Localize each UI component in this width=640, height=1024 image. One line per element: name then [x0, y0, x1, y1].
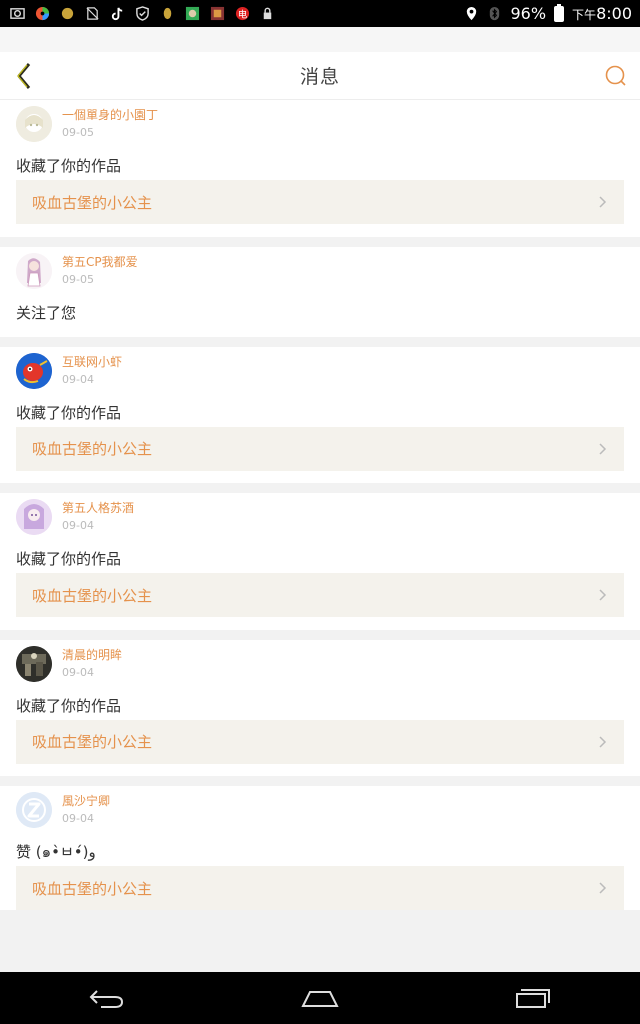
shield-icon [136, 6, 149, 21]
battery-percent: 96% [510, 4, 547, 23]
photo-icon [10, 8, 25, 19]
message-card: 風沙宁卿 09-04 赞 (๑•̀ㅂ•́)و 吸血古堡的小公主 [0, 786, 640, 910]
time-ampm: 下午 [572, 8, 597, 22]
work-title: 吸血古堡的小公主 [32, 440, 153, 458]
message-header: 互联网小虾 09-04 [16, 347, 624, 395]
work-link[interactable]: 吸血古堡的小公主 [16, 426, 624, 471]
message-header: 第五CP我都爱 09-05 [16, 247, 624, 295]
message-action: 关注了您 [16, 303, 77, 322]
message-date: 09-05 [62, 126, 94, 139]
chevron-right-icon [599, 735, 607, 748]
avatar-shrimp-icon [16, 352, 52, 389]
message-date: 09-04 [62, 665, 94, 679]
game-icon [185, 6, 200, 21]
message-card: 第五人格苏酒 09-04 收藏了你的作品 吸血古堡的小公主 [0, 493, 640, 630]
message-card: 互联网小虾 09-04 收藏了你的作品 吸血古堡的小公主 [0, 346, 640, 483]
location-icon [467, 6, 477, 21]
avatar-anime-girl-icon [16, 252, 52, 289]
message-action: 收藏了你的作品 [16, 403, 122, 422]
nav-home-icon [301, 991, 339, 1007]
nav-recents-button[interactable] [503, 978, 563, 1018]
avatar[interactable] [16, 645, 52, 682]
message-action: 收藏了你的作品 [16, 550, 122, 568]
pinwheel-icon [35, 6, 50, 21]
message-list: 一個單身的小園丁 09-05 收藏了你的作品 吸血古堡的小公主 第五CP我都爱 … [0, 100, 640, 922]
search-icon [605, 65, 626, 86]
message-card: 第五CP我都爱 09-05 关注了您 [0, 246, 640, 337]
message-date: 09-04 [62, 519, 94, 532]
system-nav-bar [0, 972, 640, 1024]
message-header: 第五人格苏酒 09-04 [16, 493, 624, 541]
work-title: 吸血古堡的小公主 [32, 193, 153, 212]
nav-recents-icon [516, 989, 551, 1008]
avatar-photo-icon [16, 645, 52, 682]
message-header: 一個單身的小園丁 09-05 [16, 100, 624, 148]
chevron-right-icon [599, 882, 607, 894]
avatar[interactable] [16, 106, 52, 142]
notification-icons: 电 [0, 6, 464, 21]
chevron-left-icon [17, 63, 31, 89]
chevron-right-icon [599, 196, 607, 208]
no-sim-icon [86, 7, 99, 20]
top-spacer [0, 27, 640, 52]
avatar[interactable] [16, 352, 52, 389]
message-card: 一個單身的小園丁 09-05 收藏了你的作品 吸血古堡的小公主 [0, 100, 640, 237]
work-link[interactable]: 吸血古堡的小公主 [16, 180, 624, 224]
chevron-right-icon [599, 442, 607, 455]
nav-home-button[interactable] [290, 978, 350, 1018]
status-bar: 电 96% 下午 8:00 [0, 0, 640, 27]
message-action: 赞 (๑•̀ㅂ•́)و [16, 843, 96, 861]
work-link[interactable]: 吸血古堡的小公主 [16, 866, 624, 910]
message-header: 風沙宁卿 09-04 [16, 786, 624, 834]
work-link[interactable]: 吸血古堡的小公主 [16, 573, 624, 617]
search-button[interactable] [600, 60, 632, 92]
page-title: 消息 [299, 66, 340, 88]
username[interactable]: 清晨的明眸 [62, 647, 122, 664]
lock-icon [263, 7, 272, 20]
message-date: 09-04 [62, 812, 94, 825]
message-action: 收藏了你的作品 [16, 696, 122, 715]
tiktok-icon [111, 7, 123, 21]
app-icon: 电 [235, 6, 250, 20]
chevron-right-icon [599, 589, 607, 601]
avatar[interactable] [16, 792, 52, 828]
nav-back-button[interactable] [77, 978, 137, 1018]
work-link[interactable]: 吸血古堡的小公主 [16, 719, 624, 764]
work-title: 吸血古堡的小公主 [32, 733, 153, 751]
work-title: 吸血古堡的小公主 [32, 586, 153, 605]
clock: 8:00 [596, 4, 632, 23]
username[interactable]: 第五CP我都爱 [62, 254, 138, 271]
battery-icon [554, 3, 565, 22]
leaf-icon [163, 7, 172, 20]
dot-icon [61, 7, 74, 20]
username[interactable]: 風沙宁卿 [62, 793, 110, 810]
status-right: 96% 下午 8:00 [464, 3, 640, 23]
message-card: 清晨的明眸 09-04 收藏了你的作品 吸血古堡的小公主 [0, 639, 640, 776]
username[interactable]: 互联网小虾 [62, 354, 122, 371]
message-header: 清晨的明眸 09-04 [16, 640, 624, 688]
bluetooth-icon [490, 6, 500, 21]
work-title: 吸血古堡的小公主 [32, 879, 153, 898]
avatar[interactable] [16, 499, 52, 535]
message-date: 09-04 [62, 372, 94, 386]
nav-back-icon [89, 990, 123, 1008]
avatar-anime-white-icon [16, 106, 52, 142]
back-button[interactable] [8, 60, 40, 92]
username[interactable]: 一個單身的小園丁 [62, 107, 158, 124]
avatar-default-icon [16, 792, 52, 828]
message-date: 09-05 [62, 272, 94, 286]
message-action: 收藏了你的作品 [16, 157, 122, 175]
avatar-anime-purple-icon [16, 499, 52, 535]
username[interactable]: 第五人格苏酒 [62, 500, 134, 517]
game2-icon [210, 6, 225, 21]
avatar[interactable] [16, 252, 52, 289]
svg-text:电: 电 [238, 8, 247, 20]
header-bar: 消息 [0, 52, 640, 100]
